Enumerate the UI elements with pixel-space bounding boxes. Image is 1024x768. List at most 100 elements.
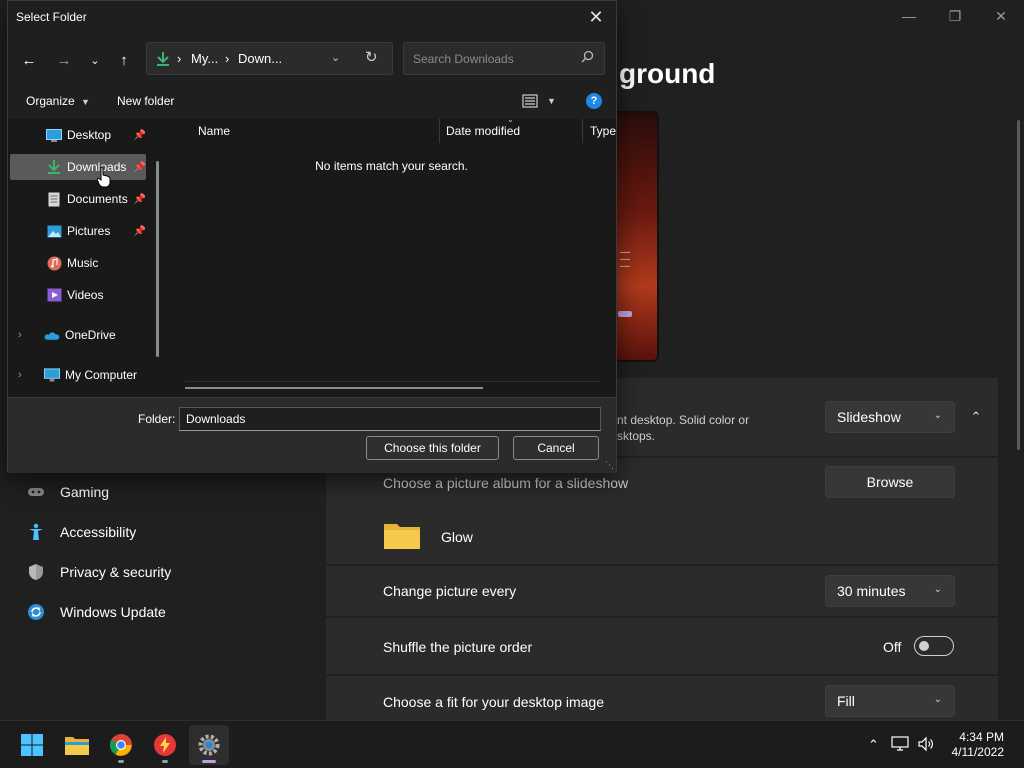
address-bar[interactable]: › My... › Down... ⌄ ↻ (146, 42, 393, 75)
address-dropdown-icon[interactable]: ⌄ (331, 51, 340, 64)
search-placeholder: Search Downloads (413, 52, 514, 66)
close-icon: ✕ (588, 6, 604, 27)
organize-button[interactable]: Organize ▼ (26, 94, 90, 108)
file-explorer-icon (65, 737, 89, 755)
column-header-date-modified[interactable]: Date modified (446, 124, 520, 138)
change-picture-card: Change picture every 30 minutes ⌄ (326, 566, 998, 616)
dropdown-value: Fill (837, 693, 855, 709)
dialog-titlebar: Select Folder ✕ (8, 1, 616, 33)
tree-item-desktop[interactable]: Desktop 📌 (10, 122, 146, 148)
chevron-right-icon[interactable]: › (18, 329, 32, 341)
app-button[interactable] (145, 725, 185, 765)
change-picture-dropdown[interactable]: 30 minutes ⌄ (825, 575, 955, 607)
page-title: ground (619, 58, 716, 89)
column-separator[interactable] (582, 119, 583, 143)
network-icon[interactable] (891, 735, 909, 755)
tree-item-videos[interactable]: Videos (10, 282, 146, 308)
nav-item-privacy[interactable]: Privacy & security (0, 552, 320, 592)
system-clock[interactable]: 4:34 PM 4/11/2022 (952, 730, 1005, 760)
pin-icon: 📌 (133, 129, 146, 141)
start-icon (21, 734, 43, 756)
arrow-right-icon: → (56, 51, 72, 69)
nav-item-gaming[interactable]: Gaming (0, 472, 320, 512)
toggle-knob (919, 641, 929, 651)
collapse-button[interactable]: ⌃ (960, 401, 992, 433)
tree-item-label: Desktop (67, 128, 112, 142)
restore-button[interactable]: ❐ (932, 0, 978, 32)
file-explorer-button[interactable] (57, 725, 97, 765)
breadcrumb-separator: › (177, 51, 182, 66)
description-line-2: sktops. (617, 429, 656, 443)
close-button[interactable]: ✕ (978, 0, 1024, 32)
chevron-down-icon: ⌄ (933, 694, 942, 705)
file-list: Name Date modified ⌄ Type No items match… (167, 115, 616, 395)
show-hidden-icons-icon[interactable]: ⌃ (868, 737, 879, 753)
cancel-button[interactable]: Cancel (513, 436, 599, 460)
album-card: Choose a picture album for a slideshow B… (326, 458, 998, 564)
horizontal-scrollbar[interactable] (185, 387, 483, 389)
breadcrumb-segment-1[interactable]: My... (191, 51, 218, 66)
tree-item-label: Pictures (67, 224, 111, 238)
shield-icon (26, 562, 46, 582)
view-options-button[interactable]: ▼ (522, 94, 556, 108)
folder-name-field[interactable]: Downloads (179, 407, 601, 431)
search-box[interactable]: Search Downloads (403, 42, 605, 75)
pin-icon: 📌 (133, 161, 146, 173)
album-folder-name: Glow (441, 529, 473, 545)
gamepad-icon (26, 482, 46, 502)
start-button[interactable] (12, 725, 52, 765)
refresh-icon[interactable]: ↻ (365, 48, 378, 66)
column-separator[interactable] (439, 119, 440, 143)
choose-folder-button[interactable]: Choose this folder (366, 436, 499, 460)
browse-button[interactable]: Browse (825, 466, 955, 498)
command-bar: Organize ▼ New folder ▼ ? (8, 85, 616, 119)
tree-item-label: Documents (67, 192, 128, 206)
settings-scrollbar[interactable] (1017, 120, 1020, 450)
update-icon (26, 602, 46, 622)
volume-icon[interactable] (917, 736, 935, 755)
help-button[interactable]: ? (586, 93, 602, 109)
accessibility-icon (26, 522, 46, 542)
forward-button[interactable]: → (53, 49, 75, 71)
tree-item-downloads[interactable]: Downloads 📌 (10, 154, 146, 180)
tree-item-music[interactable]: Music (10, 250, 146, 276)
fit-dropdown[interactable]: Fill ⌄ (825, 685, 955, 717)
sort-indicator-icon: ⌄ (507, 115, 514, 124)
column-header-name[interactable]: Name (198, 124, 230, 138)
resize-grip-icon[interactable]: ⋱ (605, 460, 614, 471)
nav-item-accessibility[interactable]: Accessibility (0, 512, 320, 552)
computer-icon (44, 367, 60, 383)
chevron-right-icon[interactable]: › (18, 369, 32, 381)
tree-item-my-computer[interactable]: › My Computer (10, 362, 150, 388)
shuffle-toggle[interactable] (914, 636, 954, 656)
recent-locations-button[interactable]: ⌄ (84, 49, 106, 71)
videos-icon (46, 287, 62, 303)
chevron-down-icon: ⌄ (90, 54, 100, 67)
view-list-icon (522, 94, 538, 108)
shuffle-card: Shuffle the picture order Off (326, 618, 998, 674)
dialog-title: Select Folder (16, 10, 87, 24)
back-button[interactable]: ← (18, 49, 40, 71)
breadcrumb-segment-2[interactable]: Down... (238, 51, 282, 66)
chevron-down-icon: ⌄ (933, 410, 942, 421)
settings-button[interactable] (189, 725, 229, 765)
tree-item-documents[interactable]: Documents 📌 (10, 186, 146, 212)
tree-item-pictures[interactable]: Pictures 📌 (10, 218, 146, 244)
tree-scrollbar[interactable] (156, 161, 159, 357)
desktop-icon (46, 127, 62, 143)
download-icon (156, 51, 170, 72)
dialog-close-button[interactable]: ✕ (584, 5, 608, 29)
shuffle-label: Shuffle the picture order (383, 639, 533, 655)
new-folder-button[interactable]: New folder (117, 94, 174, 108)
minimize-button[interactable]: — (886, 0, 932, 32)
background-type-dropdown[interactable]: Slideshow ⌄ (825, 401, 955, 433)
column-header-type[interactable]: Type (590, 124, 616, 138)
dialog-navigation-bar: ← → ⌄ ↑ › My... › Down... ⌄ ↻ Search Dow… (8, 33, 616, 85)
empty-results-message: No items match your search. (315, 159, 468, 173)
dropdown-value: 30 minutes (837, 583, 906, 599)
up-button[interactable]: ↑ (113, 49, 135, 71)
chrome-button[interactable] (101, 725, 141, 765)
tree-item-onedrive[interactable]: › OneDrive (10, 322, 150, 348)
nav-item-windows-update[interactable]: Windows Update (0, 592, 320, 632)
breadcrumb-separator: › (225, 51, 230, 66)
